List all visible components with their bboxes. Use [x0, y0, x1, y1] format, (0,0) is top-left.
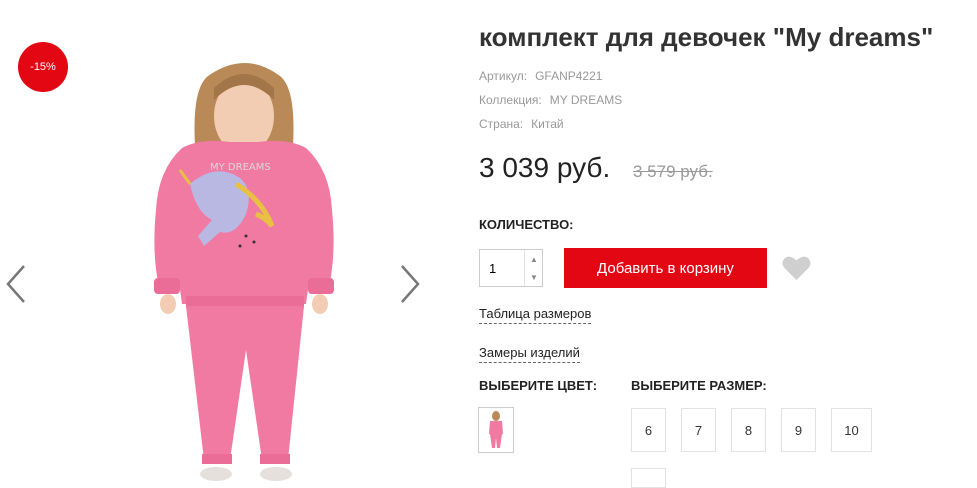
size-label: ВЫБЕРИТЕ РАЗМЕР: — [631, 378, 767, 393]
country-value: Китай — [531, 117, 564, 131]
collection-value: MY DREAMS — [549, 93, 623, 107]
size-option[interactable]: 7 — [681, 408, 716, 452]
country-label: Страна: — [479, 117, 524, 131]
size-option-more[interactable] — [631, 468, 666, 488]
collection-row: Коллекция: MY DREAMS — [479, 93, 622, 107]
size-option[interactable]: 6 — [631, 408, 666, 452]
collection-label: Коллекция: — [479, 93, 542, 107]
size-option[interactable]: 10 — [831, 408, 872, 452]
product-gallery: MY DREAMS -15% — [0, 0, 440, 481]
size-table-link[interactable]: Таблица размеров — [479, 306, 592, 324]
svg-text:MY DREAMS: MY DREAMS — [210, 162, 271, 173]
quantity-input[interactable] — [480, 250, 524, 286]
current-price: 3 039 руб. — [479, 152, 611, 183]
product-title: комплект для девочек "My dreams" — [479, 22, 934, 52]
quantity-stepper: ▲ ▼ — [479, 249, 543, 287]
color-swatch-pink[interactable] — [478, 407, 514, 453]
article-label: Артикул: — [479, 69, 528, 83]
product-photo: MY DREAMS — [40, 50, 440, 481]
quantity-decrease-icon[interactable]: ▼ — [524, 268, 543, 286]
add-to-cart-button[interactable]: Добавить в корзину — [564, 248, 767, 288]
article-value: GFANP4221 — [535, 69, 603, 83]
old-price: 3 579 руб. — [633, 162, 713, 181]
quantity-label: КОЛИЧЕСТВО: — [479, 217, 574, 232]
color-label: ВЫБЕРИТЕ ЦВЕТ: — [479, 378, 598, 393]
country-row: Страна: Китай — [479, 117, 564, 131]
size-option[interactable]: 9 — [781, 408, 816, 452]
quantity-increase-icon[interactable]: ▲ — [524, 250, 543, 268]
measurements-link[interactable]: Замеры изделий — [479, 345, 580, 363]
size-option[interactable]: 8 — [731, 408, 766, 452]
article-row: Артикул: GFANP4221 — [479, 69, 602, 83]
chevron-left-icon[interactable] — [4, 262, 28, 306]
heart-icon[interactable] — [782, 255, 811, 281]
discount-badge: -15% — [18, 42, 68, 92]
chevron-right-icon[interactable] — [398, 262, 422, 306]
color-swatch-thumbnail — [489, 411, 503, 448]
